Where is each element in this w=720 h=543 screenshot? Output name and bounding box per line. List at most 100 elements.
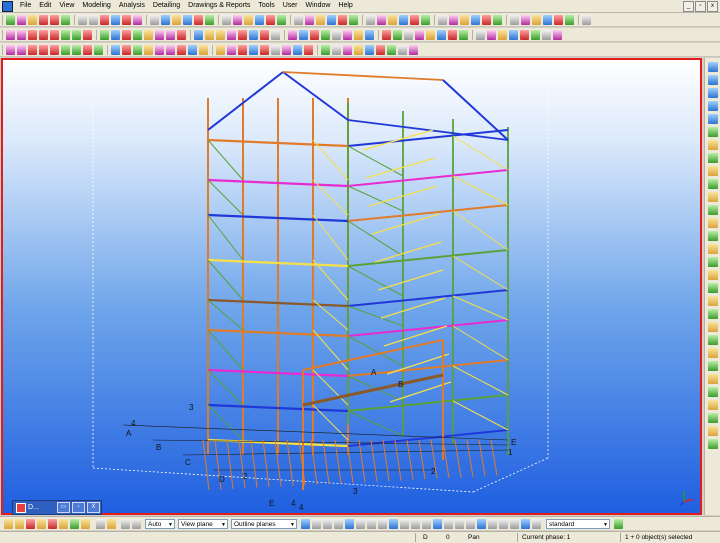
select-icon[interactable] [531,29,540,40]
filter-icon[interactable] [299,29,308,40]
snap-icon[interactable] [15,518,24,529]
render-icon[interactable] [144,44,153,55]
mini-maximize-button[interactable]: ▫ [72,502,85,513]
select-icon[interactable] [553,29,562,40]
lock-icon[interactable] [227,29,236,40]
menu-edit[interactable]: Edit [35,0,55,12]
class-icon[interactable] [288,29,297,40]
snap-icon[interactable] [70,518,79,529]
select-icon[interactable] [476,29,485,40]
selection-switch-icon[interactable] [477,518,486,529]
component-23-icon[interactable] [707,413,718,423]
snap-icon[interactable] [554,14,563,25]
clip-icon[interactable] [133,44,142,55]
select-icon[interactable] [343,29,352,40]
properties-icon[interactable] [150,14,159,25]
select-icon[interactable] [426,29,435,40]
snap-icon[interactable] [532,14,541,25]
snap-icon[interactable] [244,14,253,25]
snap-icon[interactable] [471,14,480,25]
snap-icon[interactable] [172,14,181,25]
color-icon[interactable] [271,44,280,55]
chamfer-icon[interactable] [94,44,103,55]
component-15-icon[interactable] [707,309,718,319]
snap-icon[interactable] [4,518,13,529]
select-icon[interactable] [448,29,457,40]
grid-icon[interactable] [111,44,120,55]
select-icon[interactable] [332,29,341,40]
part-icon[interactable] [155,29,164,40]
component-17-icon[interactable] [707,335,718,345]
standard-select[interactable]: standard ▼ [546,518,610,529]
snap-icon[interactable] [183,14,192,25]
snap-icon[interactable] [205,14,214,25]
undo-icon[interactable] [50,14,59,25]
view-icon[interactable] [121,518,130,529]
save-icon[interactable] [28,14,37,25]
column-icon[interactable] [28,29,37,40]
column-icon[interactable] [28,44,37,55]
report-icon[interactable] [216,44,225,55]
snap-icon[interactable] [399,14,408,25]
selection-switch-icon[interactable] [433,518,442,529]
plate-icon[interactable] [39,29,48,40]
select-icon[interactable] [404,29,413,40]
zoom-icon[interactable] [78,14,87,25]
open-icon[interactable] [17,14,26,25]
numbering-icon[interactable] [194,29,203,40]
select-icon[interactable] [498,29,507,40]
component-9-icon[interactable] [707,231,718,241]
select-icon[interactable] [100,14,109,25]
view-icon[interactable] [132,518,141,529]
snap-icon[interactable] [449,14,458,25]
snap-icon[interactable] [194,14,203,25]
selection-switch-icon[interactable] [411,518,420,529]
show-icon[interactable] [260,29,269,40]
move-left-icon[interactable] [707,88,718,98]
drawing-icon[interactable] [199,44,208,55]
cut-icon[interactable] [72,44,81,55]
component-icon[interactable] [166,29,175,40]
selection-switch-icon[interactable] [422,518,431,529]
snap-depth-select[interactable]: Auto ▼ [145,518,175,529]
selection-switch-icon[interactable] [312,518,321,529]
select-icon[interactable] [393,29,402,40]
select-icon[interactable] [354,29,363,40]
view-icon[interactable] [122,44,131,55]
select-icon[interactable] [409,44,418,55]
steel-icon[interactable] [6,44,15,55]
snap-icon[interactable] [565,14,574,25]
snap-icon[interactable] [316,14,325,25]
snap-icon[interactable] [349,14,358,25]
select-icon[interactable] [321,29,330,40]
component-11-icon[interactable] [707,257,718,267]
snap-icon[interactable] [366,14,375,25]
snap-icon[interactable] [421,14,430,25]
selection-switch-icon[interactable] [345,518,354,529]
select-icon[interactable] [459,29,468,40]
cut-icon[interactable] [72,29,81,40]
selection-switch-icon[interactable] [301,518,310,529]
select-icon[interactable] [509,29,518,40]
selection-switch-icon[interactable] [378,518,387,529]
snap-icon[interactable] [37,518,46,529]
snap-icon[interactable] [377,14,386,25]
snap-icon[interactable] [338,14,347,25]
mini-close-button[interactable]: X [87,502,100,513]
select-icon[interactable] [542,29,551,40]
selection-switch-icon[interactable] [389,518,398,529]
select-icon[interactable] [487,29,496,40]
report-icon[interactable] [216,29,225,40]
component-13-icon[interactable] [707,283,718,293]
snap-icon[interactable] [294,14,303,25]
delete-icon[interactable] [133,14,142,25]
menu-help[interactable]: Help [334,0,356,12]
selection-switch-icon[interactable] [466,518,475,529]
selection-switch-icon[interactable] [400,518,409,529]
pan-icon[interactable] [89,14,98,25]
app-icon[interactable] [2,0,13,12]
snap-icon[interactable] [388,14,397,25]
beam-icon[interactable] [17,44,26,55]
component-icon[interactable] [166,44,175,55]
chamfer-icon[interactable] [100,29,109,40]
